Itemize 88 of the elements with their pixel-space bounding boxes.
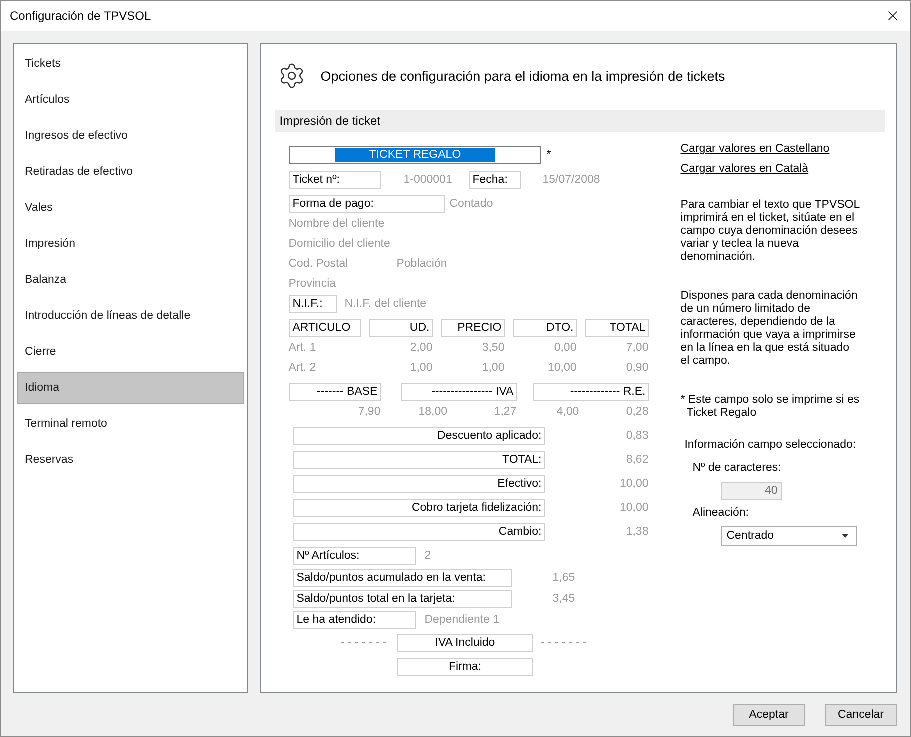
column-label-field[interactable]: ------- BASE [288,383,381,401]
label-field[interactable]: Fecha: [468,171,521,189]
sample-value: 0,83 [626,430,649,442]
sample-value: 8,62 [626,454,649,466]
sample-value: 0,28 [626,406,649,418]
dashed-rule: - - - - - - - [540,637,587,649]
sample-value: Dependiente 1 [424,614,500,626]
label-field[interactable]: TOTAL: [292,451,545,469]
footnote-mark: * [546,149,552,161]
label-field[interactable]: Cambio: [292,523,545,541]
ticket-title-field[interactable]: TICKET REGALO [288,146,541,164]
length-field: 40 [720,482,782,500]
label-field[interactable]: IVA Incluido [396,634,533,652]
column-label-field[interactable]: ARTICULO [288,319,361,337]
window-title: Configuración de TPVSOL [10,9,152,23]
column-label-field[interactable]: TOTAL [584,319,649,337]
sidebar-item[interactable]: Ingresos de efectivo [17,120,244,152]
sample-value: 10,00 [620,478,649,490]
label-field[interactable]: Saldo/puntos acumulado en la venta: [292,569,512,587]
column-label-field[interactable]: ---------------- IVA [400,383,517,401]
sample-value: Contado [450,198,494,210]
sample-value: 4,00 [556,406,580,418]
label-field[interactable]: Le ha atendido: [292,611,416,629]
label-field[interactable]: N.I.F.: [288,295,337,313]
sample-value: Cod. Postal [288,258,348,270]
sample-value: Art. 1 [288,342,316,354]
column-label-field[interactable]: ------------- R.E. [532,383,649,401]
sample-value: Nombre del cliente [288,218,385,230]
section-header: Impresión de ticket [274,110,885,132]
sidebar-item[interactable]: Tickets [17,48,244,80]
info-title: Información campo seleccionado: [684,438,856,453]
column-label-field[interactable]: DTO. [512,319,577,337]
label-field[interactable]: Nº Artículos: [292,547,416,565]
sample-value: 10,00 [620,502,649,514]
help-paragraph: Para cambiar el texto que TPVSOL imprimirá en el ticket, sitúate en el campo cuya denominación desees variar y teclea la nueva denominación. [680,199,861,264]
sample-value: 18,00 [418,406,448,418]
cancel-button[interactable]: Cancelar [825,704,897,726]
sidebar-item[interactable]: Introducción de líneas de detalle [17,300,244,332]
sample-value: 15/07/2008 [542,174,600,186]
alignment-dropdown[interactable]: Centrado [720,526,857,546]
dashed-rule: - - - - - - - [340,637,387,649]
sample-value: 1,38 [626,526,649,538]
sample-value: 10,00 [548,362,577,374]
sample-value: Domicilio del cliente [288,238,390,250]
label-field[interactable]: Descuento aplicado: [292,427,545,445]
column-label-field[interactable]: PRECIO [440,319,505,337]
label-field[interactable]: Saldo/puntos total en la tarjeta: [292,590,512,608]
label-field[interactable]: Forma de pago: [288,195,445,213]
label-field[interactable]: Firma: [396,658,533,676]
sidebar-item[interactable]: Vales [17,192,244,224]
sidebar-item[interactable]: Retiradas de efectivo [17,156,244,188]
caret-icon [842,534,849,538]
sample-value: 1,00 [482,362,505,374]
sidebar-item[interactable]: Terminal remoto [17,408,244,440]
sidebar-item[interactable]: Balanza [17,264,244,296]
sample-value: 1-000001 [404,174,452,186]
field-label: Alineación: [692,506,749,521]
sidebar-item[interactable]: Impresión [17,228,244,260]
sidebar-item[interactable]: Artículos [17,84,244,116]
accept-button[interactable]: Aceptar [733,704,805,726]
sidebar-item[interactable]: Reservas [17,444,244,476]
sample-value: 1,65 [552,572,576,584]
sample-value: Población [396,258,448,270]
field-label: Nº de caracteres: [692,461,782,476]
sample-value: 2 [424,550,432,562]
column-label-field[interactable]: UD. [368,319,433,337]
sidebar-item[interactable]: Cierre [17,336,244,368]
label-field[interactable]: Ticket nº: [288,171,381,189]
sample-value: 0,00 [554,342,577,354]
help-paragraph: Dispones para cada denominación de un número limitado de caracteres, dependiendo de la información que vaya a imprimirse en la línea en la que está situado el campo. [680,290,859,368]
sample-value: 3,45 [552,593,576,605]
label-field[interactable]: Cobro tarjeta fidelización: [292,499,545,517]
help-link[interactable]: Cargar valores en Castellano [680,139,830,159]
sample-value: 0,90 [626,362,649,374]
panel-heading: Opciones de configuración para el idioma en la impresión de tickets [320,68,726,84]
sample-value: 2,00 [410,342,433,354]
footnote-text: * Este campo solo se imprime si es Ticket Regalo [680,394,861,420]
sidebar-item[interactable]: Idioma [17,372,244,404]
label-field[interactable]: Efectivo: [292,475,545,493]
sample-value: 1,27 [494,406,517,418]
sample-value: Art. 2 [288,362,316,374]
sample-value: 3,50 [482,342,505,354]
sample-value: 7,90 [358,406,381,418]
sample-value: 7,00 [626,342,649,354]
sample-value: 1,00 [410,362,433,374]
sample-value: Provincia [288,278,336,290]
sample-value: N.I.F. del cliente [344,298,427,310]
help-link[interactable]: Cargar valores en Català [680,159,809,179]
